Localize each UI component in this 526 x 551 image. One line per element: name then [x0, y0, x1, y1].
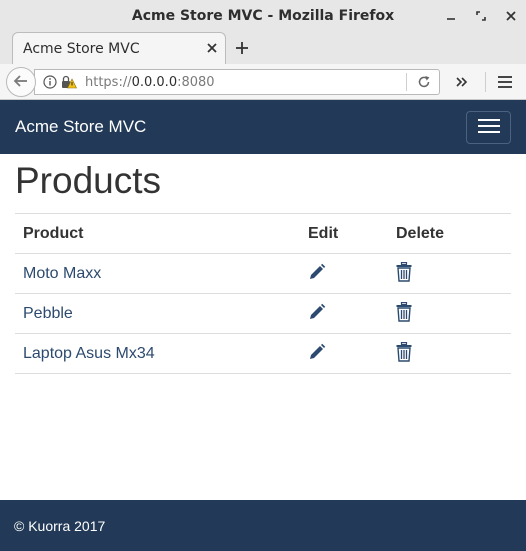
- product-name: Laptop Asus Mx34: [15, 333, 300, 374]
- edit-cell: [300, 333, 388, 374]
- pencil-icon[interactable]: [308, 303, 380, 321]
- delete-cell: [388, 293, 511, 334]
- table-header-row: Product Edit Delete: [15, 213, 511, 254]
- edit-cell: [300, 293, 388, 334]
- site-footer: © Kuorra 2017: [0, 500, 526, 551]
- page-title: Products: [15, 160, 162, 201]
- toolbar-separator: [485, 72, 486, 92]
- delete-cell: [388, 333, 511, 374]
- header-delete: Delete: [388, 213, 511, 254]
- pencil-icon[interactable]: [308, 263, 380, 281]
- product-name: Moto Maxx: [15, 253, 300, 294]
- delete-cell: [388, 253, 511, 294]
- back-arrow-icon: [13, 73, 29, 92]
- maximize-icon[interactable]: [474, 9, 488, 23]
- table-row: Pebble: [15, 293, 511, 334]
- window-controls: [444, 0, 518, 32]
- product-name: Pebble: [15, 293, 300, 334]
- info-icon[interactable]: [43, 75, 57, 89]
- url-bar[interactable]: https://0.0.0.0:8080: [34, 69, 440, 95]
- site-navbar: Acme Store MVC: [0, 100, 526, 154]
- footer-copyright: © Kuorra 2017: [14, 518, 106, 534]
- window-title: Acme Store MVC - Mozilla Firefox: [131, 8, 395, 24]
- url-scheme: https://: [85, 74, 132, 90]
- close-tab-icon[interactable]: [205, 41, 219, 55]
- url-port: :8080: [177, 74, 215, 90]
- minimize-icon[interactable]: [444, 9, 458, 23]
- overflow-chevron-icon[interactable]: [454, 74, 470, 90]
- browser-toolbar: https://0.0.0.0:8080: [0, 64, 526, 100]
- trash-icon[interactable]: [396, 261, 503, 282]
- header-edit: Edit: [300, 213, 388, 254]
- header-product: Product: [15, 213, 300, 254]
- products-table: Product Edit Delete Moto Maxx Pebble Lap…: [15, 213, 511, 374]
- reload-icon[interactable]: [417, 75, 431, 89]
- back-button[interactable]: [6, 67, 36, 97]
- navbar-toggle-button[interactable]: [466, 111, 511, 144]
- trash-icon[interactable]: [396, 301, 503, 322]
- table-row: Moto Maxx: [15, 253, 511, 294]
- trash-icon[interactable]: [396, 341, 503, 362]
- brand-link[interactable]: Acme Store MVC: [15, 117, 146, 137]
- close-window-icon[interactable]: [504, 9, 518, 23]
- url-host: 0.0.0.0: [131, 74, 178, 90]
- new-tab-icon[interactable]: [234, 40, 250, 56]
- tab-acme-store[interactable]: Acme Store MVC: [12, 32, 226, 64]
- table-row: Laptop Asus Mx34: [15, 333, 511, 374]
- insecure-lock-icon[interactable]: [61, 75, 77, 89]
- url-text[interactable]: https://0.0.0.0:8080: [85, 75, 215, 90]
- tab-label: Acme Store MVC: [23, 40, 140, 57]
- edit-cell: [300, 253, 388, 294]
- url-separator: [406, 73, 407, 91]
- tab-bar: Acme Store MVC: [0, 32, 526, 64]
- window-titlebar: Acme Store MVC - Mozilla Firefox: [0, 0, 526, 32]
- hamburger-menu-icon[interactable]: [496, 74, 514, 90]
- pencil-icon[interactable]: [308, 343, 380, 361]
- hamburger-icon: [477, 118, 500, 138]
